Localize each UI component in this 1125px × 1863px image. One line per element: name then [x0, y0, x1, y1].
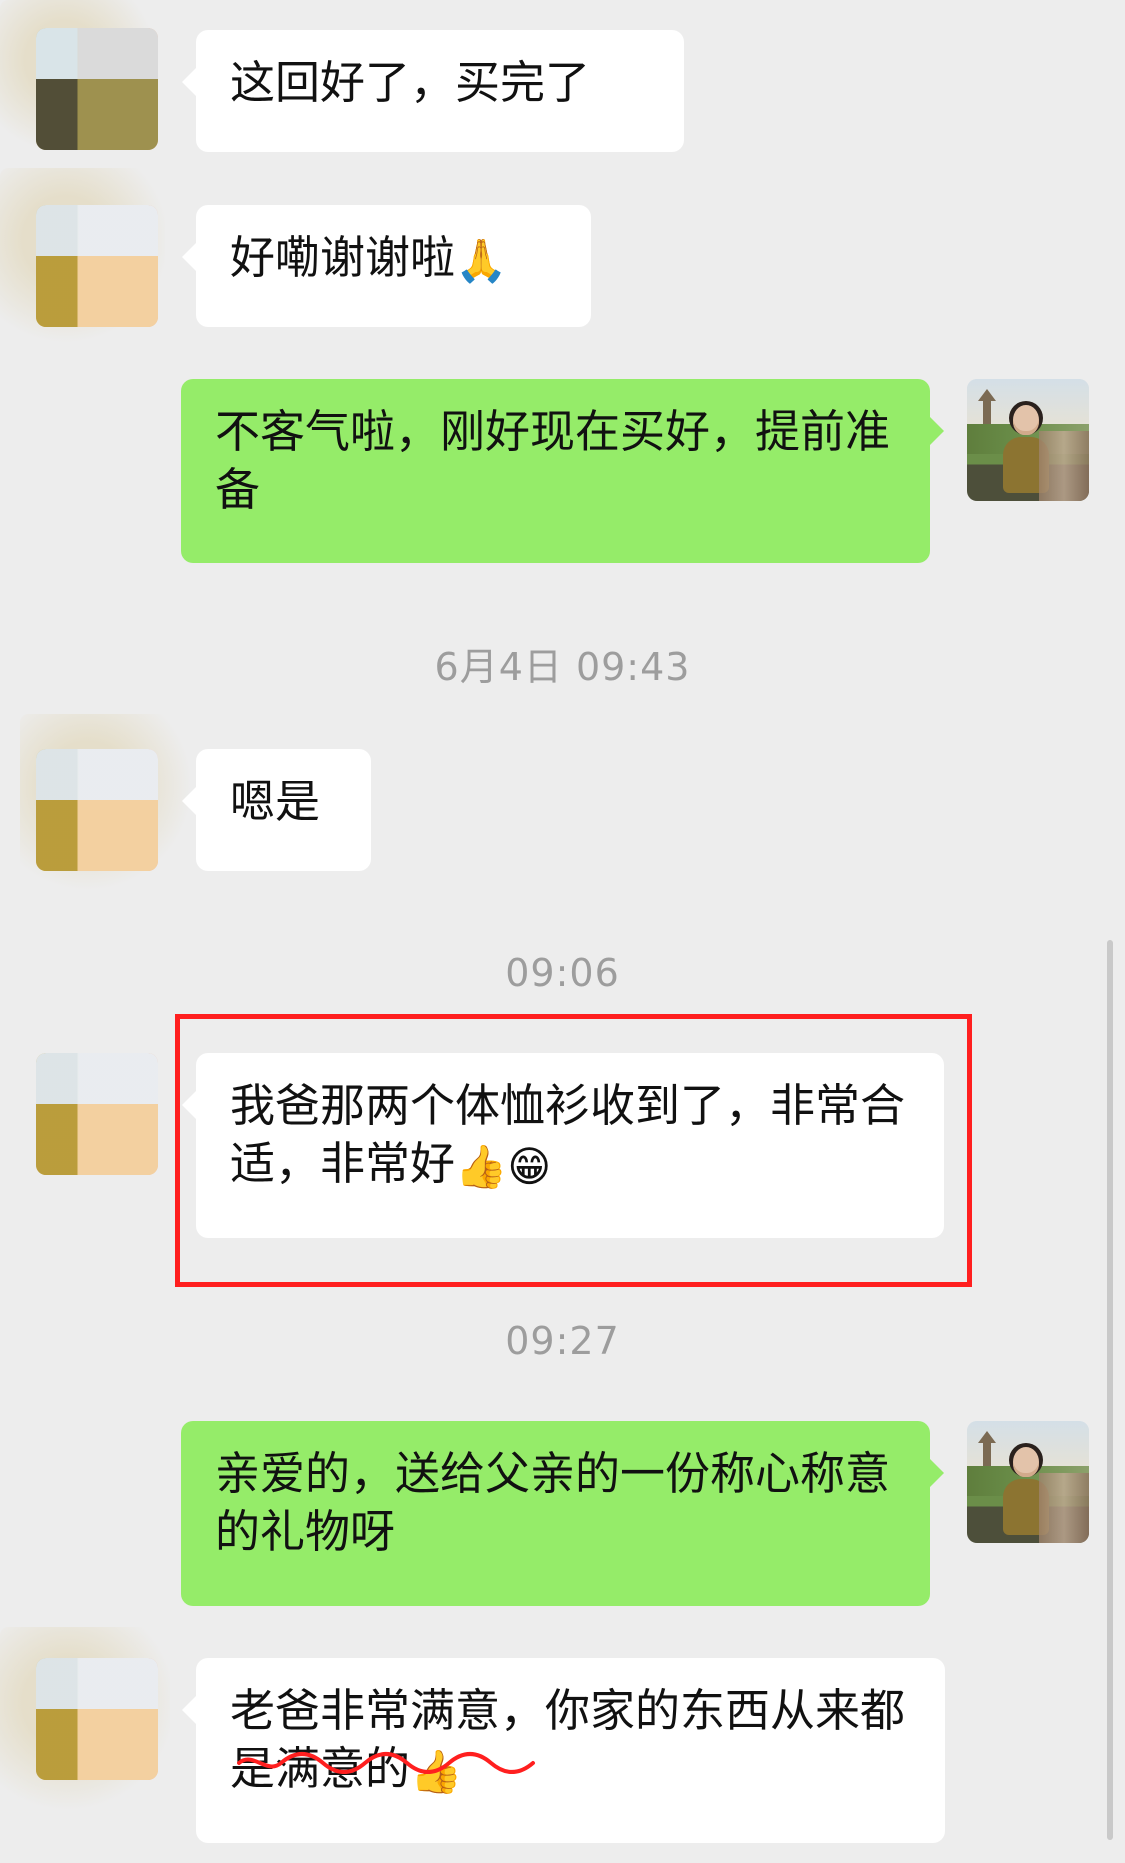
avatar-face	[1013, 1447, 1039, 1477]
message-bubble[interactable]: 不客气啦，刚好现在买好，提前准备	[181, 379, 944, 563]
timestamp: 09:27	[505, 1319, 620, 1363]
avatar-top-band	[36, 749, 158, 801]
red-underline	[237, 1752, 535, 1774]
message-bubble[interactable]: 我爸那两个体恤衫收到了，非常合适，非常好👍😁	[182, 1053, 944, 1238]
avatar-bottom-band	[36, 1709, 158, 1780]
contact-avatar[interactable]	[36, 1053, 158, 1175]
message-bubble[interactable]: 嗯是	[182, 749, 371, 871]
contact-avatar[interactable]	[36, 749, 158, 871]
grinning-face-icon: 😁	[507, 1142, 552, 1191]
timestamp: 09:06	[505, 951, 620, 995]
message-text: 亲爱的，送给父亲的一份称心称意的礼物呀	[215, 1447, 891, 1558]
message-bubble[interactable]: 这回好了，买完了	[182, 30, 684, 152]
timestamp: 6月4日 09:43	[434, 645, 691, 689]
folded-hands-icon: 🙏	[455, 236, 508, 285]
avatar-bottom-band	[36, 1104, 158, 1175]
avatar-rail	[1039, 1473, 1089, 1543]
thumbs-up-icon: 👍	[455, 1142, 508, 1191]
avatar-top-band	[36, 1658, 158, 1710]
message-text: 老爸非常满意，你家的东西从来都是满意的	[230, 1684, 906, 1795]
message-bubble[interactable]: 亲爱的，送给父亲的一份称心称意的礼物呀	[181, 1421, 944, 1606]
message-text: 这回好了，买完了	[230, 56, 591, 109]
message-text: 好嘞谢谢啦	[230, 231, 456, 284]
profile-avatar[interactable]	[967, 1421, 1089, 1543]
avatar-top-band	[36, 28, 158, 80]
message-bubble[interactable]: 好嘞谢谢啦🙏	[182, 205, 591, 327]
message-text: 嗯是	[230, 775, 321, 828]
chat-screen: 这回好了，买完了 好嘞谢谢啦🙏 不客气啦，刚好现在买好，提前准备 6月4日 09…	[0, 0, 1125, 1863]
avatar-bottom-band	[36, 800, 158, 871]
profile-avatar[interactable]	[967, 379, 1089, 501]
avatar-top-band	[36, 205, 158, 257]
avatar-rail	[1039, 431, 1089, 501]
avatar-top-band	[36, 1053, 158, 1105]
message-text: 我爸那两个体恤衫收到了，非常合适，非常好	[230, 1079, 906, 1190]
contact-avatar[interactable]	[36, 1658, 158, 1780]
avatar-bottom-band	[36, 256, 158, 327]
message-text: 不客气啦，刚好现在买好，提前准备	[215, 405, 891, 516]
contact-avatar[interactable]	[36, 28, 158, 150]
avatar-bottom-band	[36, 79, 158, 150]
avatar-face	[1013, 405, 1039, 435]
scrollbar-thumb[interactable]	[1107, 940, 1113, 1840]
contact-avatar[interactable]	[36, 205, 158, 327]
